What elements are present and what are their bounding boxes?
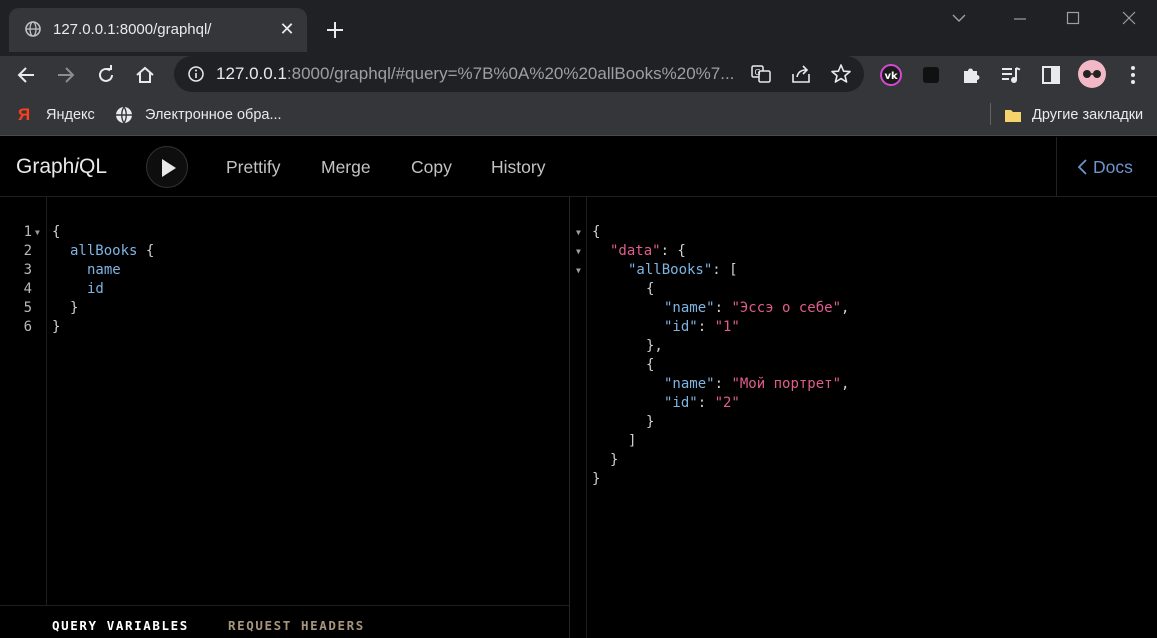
tab-search-button[interactable] [936,4,982,32]
json-line: }, [646,338,663,354]
browser-tab[interactable]: 127.0.0.1:8000/graphql/ ✕ [9,8,307,52]
svg-text:G: G [755,68,761,77]
json-line: "id": "1" [664,319,740,335]
browser-tabstrip: 127.0.0.1:8000/graphql/ ✕ [0,0,1157,56]
tab-query-variables[interactable]: QUERY VARIABLES [52,618,189,633]
line-number: 3 [23,262,32,278]
code-line: name [87,262,121,278]
minimize-button[interactable] [997,4,1043,32]
fold-arrow-icon[interactable]: ▼ [35,228,40,237]
bookmarks-separator [990,103,991,125]
json-line: "name": "Мой портрет", [664,376,850,392]
share-icon[interactable] [790,63,812,85]
json-line: { [646,281,655,297]
menu-dots-icon[interactable] [1122,64,1144,86]
bookmark-electronic[interactable]: Электронное обра... [115,104,282,126]
extensions-puzzle-icon[interactable] [960,64,982,86]
json-line: } [610,452,619,468]
other-bookmarks-label: Другие закладки [1032,107,1144,123]
side-panel-icon[interactable] [1040,64,1062,86]
globe-icon [25,21,41,37]
url-path: :8000/graphql/#query=%7B%0A%20%20allBook… [286,64,735,83]
home-button[interactable] [131,61,159,89]
code-line: } [70,300,79,316]
play-icon [162,159,176,177]
execute-query-button[interactable] [146,146,188,188]
profile-avatar[interactable] [1078,60,1106,88]
extension-icon[interactable] [920,64,942,86]
json-line: } [592,471,601,487]
forward-button[interactable] [52,61,80,89]
tab-request-headers[interactable]: REQUEST HEADERS [228,618,365,633]
address-bar[interactable]: 127.0.0.1:8000/graphql/#query=%7B%0A%20%… [174,56,864,92]
site-info-icon[interactable] [188,66,204,82]
line-number: 1 [23,224,32,240]
result-gutter [571,197,587,638]
code-line: id [87,281,104,297]
json-line: "allBooks": [ [628,262,738,278]
json-line: "name": "Эссэ о себе", [664,300,850,316]
folder-icon [1004,106,1022,131]
fold-arrow-icon[interactable]: ▼ [576,266,581,275]
new-tab-button[interactable] [322,17,348,43]
yandex-logo-icon: Я [18,105,31,124]
json-line: { [646,357,655,373]
other-bookmarks[interactable]: Другие закладки [1004,104,1143,126]
fold-arrow-icon[interactable]: ▼ [576,228,581,237]
code-line: allBooks { [70,243,155,259]
result-viewer: ▼ ▼ ▼ { "data": { "allBooks": [ { "name"… [571,197,1157,638]
fold-arrow-icon[interactable]: ▼ [576,247,581,256]
url-text[interactable]: 127.0.0.1:8000/graphql/#query=%7B%0A%20%… [216,64,746,84]
json-line: "data": { [610,243,686,259]
svg-text:vk: vk [885,71,899,82]
back-button[interactable] [12,61,40,89]
editors-area: 1 ▼ { 2 ▼ allBooks { 3 name 4 id 5 } 6 }… [0,197,1157,638]
graphiql-logo: GraphiQL [16,155,108,178]
json-line: } [646,414,655,430]
prettify-button[interactable]: Prettify [226,157,280,178]
bookmark-yandex[interactable]: Я Яндекс [18,104,95,126]
vk-extension-icon[interactable]: vk [880,64,902,86]
json-line: ] [628,433,637,449]
json-line: { [592,224,601,240]
line-number: 5 [23,300,32,316]
docs-button[interactable]: Docs [1077,157,1133,178]
line-number: 4 [23,281,32,297]
line-number: 6 [23,319,32,335]
json-line: "id": "2" [664,395,740,411]
chevron-left-icon [1077,159,1087,175]
docs-area: Docs [1056,137,1157,197]
bookmarks-bar: Я Яндекс Электронное обра... Другие закл… [0,94,1157,136]
bookmark-star-icon[interactable] [830,63,852,85]
fold-arrow-icon: ▼ [35,247,40,256]
line-number: 2 [23,243,32,259]
browser-toolbar: 127.0.0.1:8000/graphql/#query=%7B%0A%20%… [0,56,1157,94]
maximize-button[interactable] [1050,4,1096,32]
globe-icon [115,106,133,131]
code-line: } [52,319,61,335]
bookmark-label: Яндекс [46,107,95,123]
merge-button[interactable]: Merge [321,157,371,178]
url-host: 127.0.0.1 [216,64,287,83]
close-tab-icon[interactable]: ✕ [277,19,297,39]
translate-icon[interactable]: G [750,63,772,85]
code-line: { [52,224,61,240]
close-window-button[interactable] [1106,4,1152,32]
tab-title: 127.0.0.1:8000/graphql/ [53,21,212,38]
history-button[interactable]: History [491,157,545,178]
media-control-icon[interactable] [1000,64,1022,86]
copy-button[interactable]: Copy [411,157,452,178]
reload-button[interactable] [92,61,120,89]
bookmark-label: Электронное обра... [145,107,282,123]
variables-tabs: QUERY VARIABLES REQUEST HEADERS [0,605,570,638]
query-editor[interactable]: 1 ▼ { 2 ▼ allBooks { 3 name 4 id 5 } 6 }… [0,197,570,638]
graphiql-toolbar: GraphiQL Prettify Merge Copy History Doc… [0,137,1157,197]
